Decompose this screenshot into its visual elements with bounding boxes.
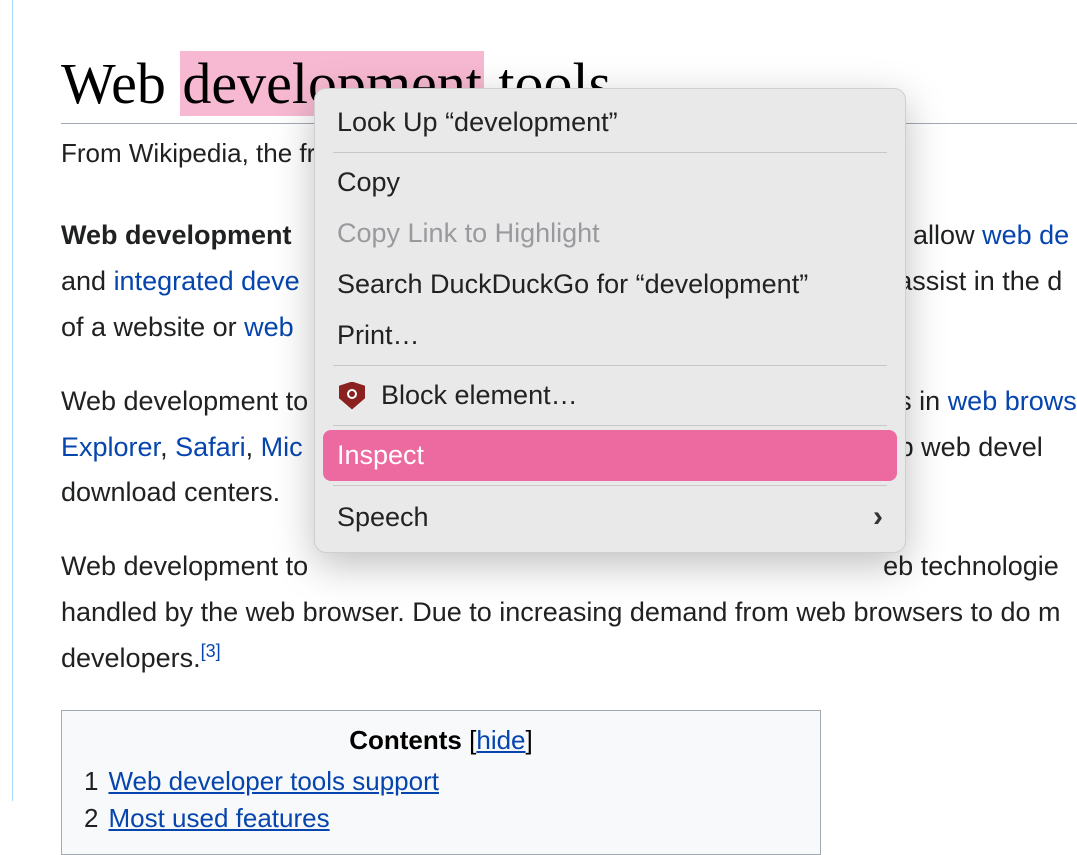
link-safari[interactable]: Safari (175, 432, 246, 462)
link-web-de[interactable]: web de (982, 220, 1069, 250)
menu-label: Copy Link to Highlight (337, 218, 600, 249)
menu-separator (333, 485, 887, 486)
menu-separator (333, 365, 887, 366)
citation-ref[interactable]: [3] (201, 641, 221, 661)
menu-label: Search DuckDuckGo for “development” (337, 269, 808, 300)
text-fragment: download centers. (61, 477, 280, 507)
bold-term: Web development (61, 220, 299, 250)
text-fragment: , (160, 432, 175, 462)
menu-separator (333, 152, 887, 153)
toc-link[interactable]: Web developer tools support (108, 766, 439, 796)
menu-label: Speech (337, 502, 429, 533)
toc-bracket: ] (526, 725, 533, 755)
menu-block-element[interactable]: Block element… (323, 370, 897, 421)
toc-hide-link[interactable]: hide (476, 725, 525, 755)
link-explorer[interactable]: Explorer (61, 432, 160, 462)
toc-title: Contents (349, 725, 462, 755)
ublock-icon (337, 381, 367, 411)
text-fragment: handled by the web browser. Due to incre… (61, 597, 1061, 627)
text-fragment: Web development to (61, 551, 308, 581)
link-integrated-dev[interactable]: integrated deve (114, 266, 300, 296)
chevron-right-icon: › (873, 500, 883, 534)
menu-copy[interactable]: Copy (323, 157, 897, 208)
toc-num: 1 (84, 766, 98, 796)
menu-label: Inspect (337, 440, 424, 471)
toc-bracket: [ (462, 725, 476, 755)
link-web-browsers[interactable]: web brows (948, 386, 1077, 416)
toc-item[interactable]: 2 Most used features (84, 803, 798, 834)
menu-search-duckduckgo[interactable]: Search DuckDuckGo for “development” (323, 259, 897, 310)
toc-item[interactable]: 1 Web developer tools support (84, 766, 798, 797)
text-fragment: , (246, 432, 261, 462)
table-of-contents: Contents [hide] 1 Web developer tools sup… (61, 710, 821, 855)
menu-label: Print… (337, 320, 420, 351)
link-microsoft[interactable]: Mic (261, 432, 303, 462)
toc-link[interactable]: Most used features (108, 803, 329, 833)
menu-speech[interactable]: Speech › (323, 490, 897, 544)
link-web[interactable]: web (244, 312, 294, 342)
menu-print[interactable]: Print… (323, 310, 897, 361)
text-fragment: and (61, 266, 114, 296)
menu-label: Copy (337, 167, 400, 198)
menu-inspect[interactable]: Inspect (323, 430, 897, 481)
title-pre: Web (61, 51, 180, 116)
text-fragment: eb technologie (883, 551, 1059, 581)
menu-separator (333, 425, 887, 426)
menu-lookup[interactable]: Look Up “development” (323, 97, 897, 148)
text-fragment: of a website or (61, 312, 244, 342)
menu-label: Look Up “development” (337, 107, 618, 138)
menu-copy-link-highlight: Copy Link to Highlight (323, 208, 897, 259)
toc-num: 2 (84, 803, 98, 833)
text-fragment: developers. (61, 643, 201, 673)
menu-label: Block element… (381, 380, 578, 411)
text-fragment: Web development to (61, 386, 308, 416)
text-fragment: assist in the d (890, 266, 1063, 296)
context-menu: Look Up “development” Copy Copy Link to … (314, 88, 906, 553)
